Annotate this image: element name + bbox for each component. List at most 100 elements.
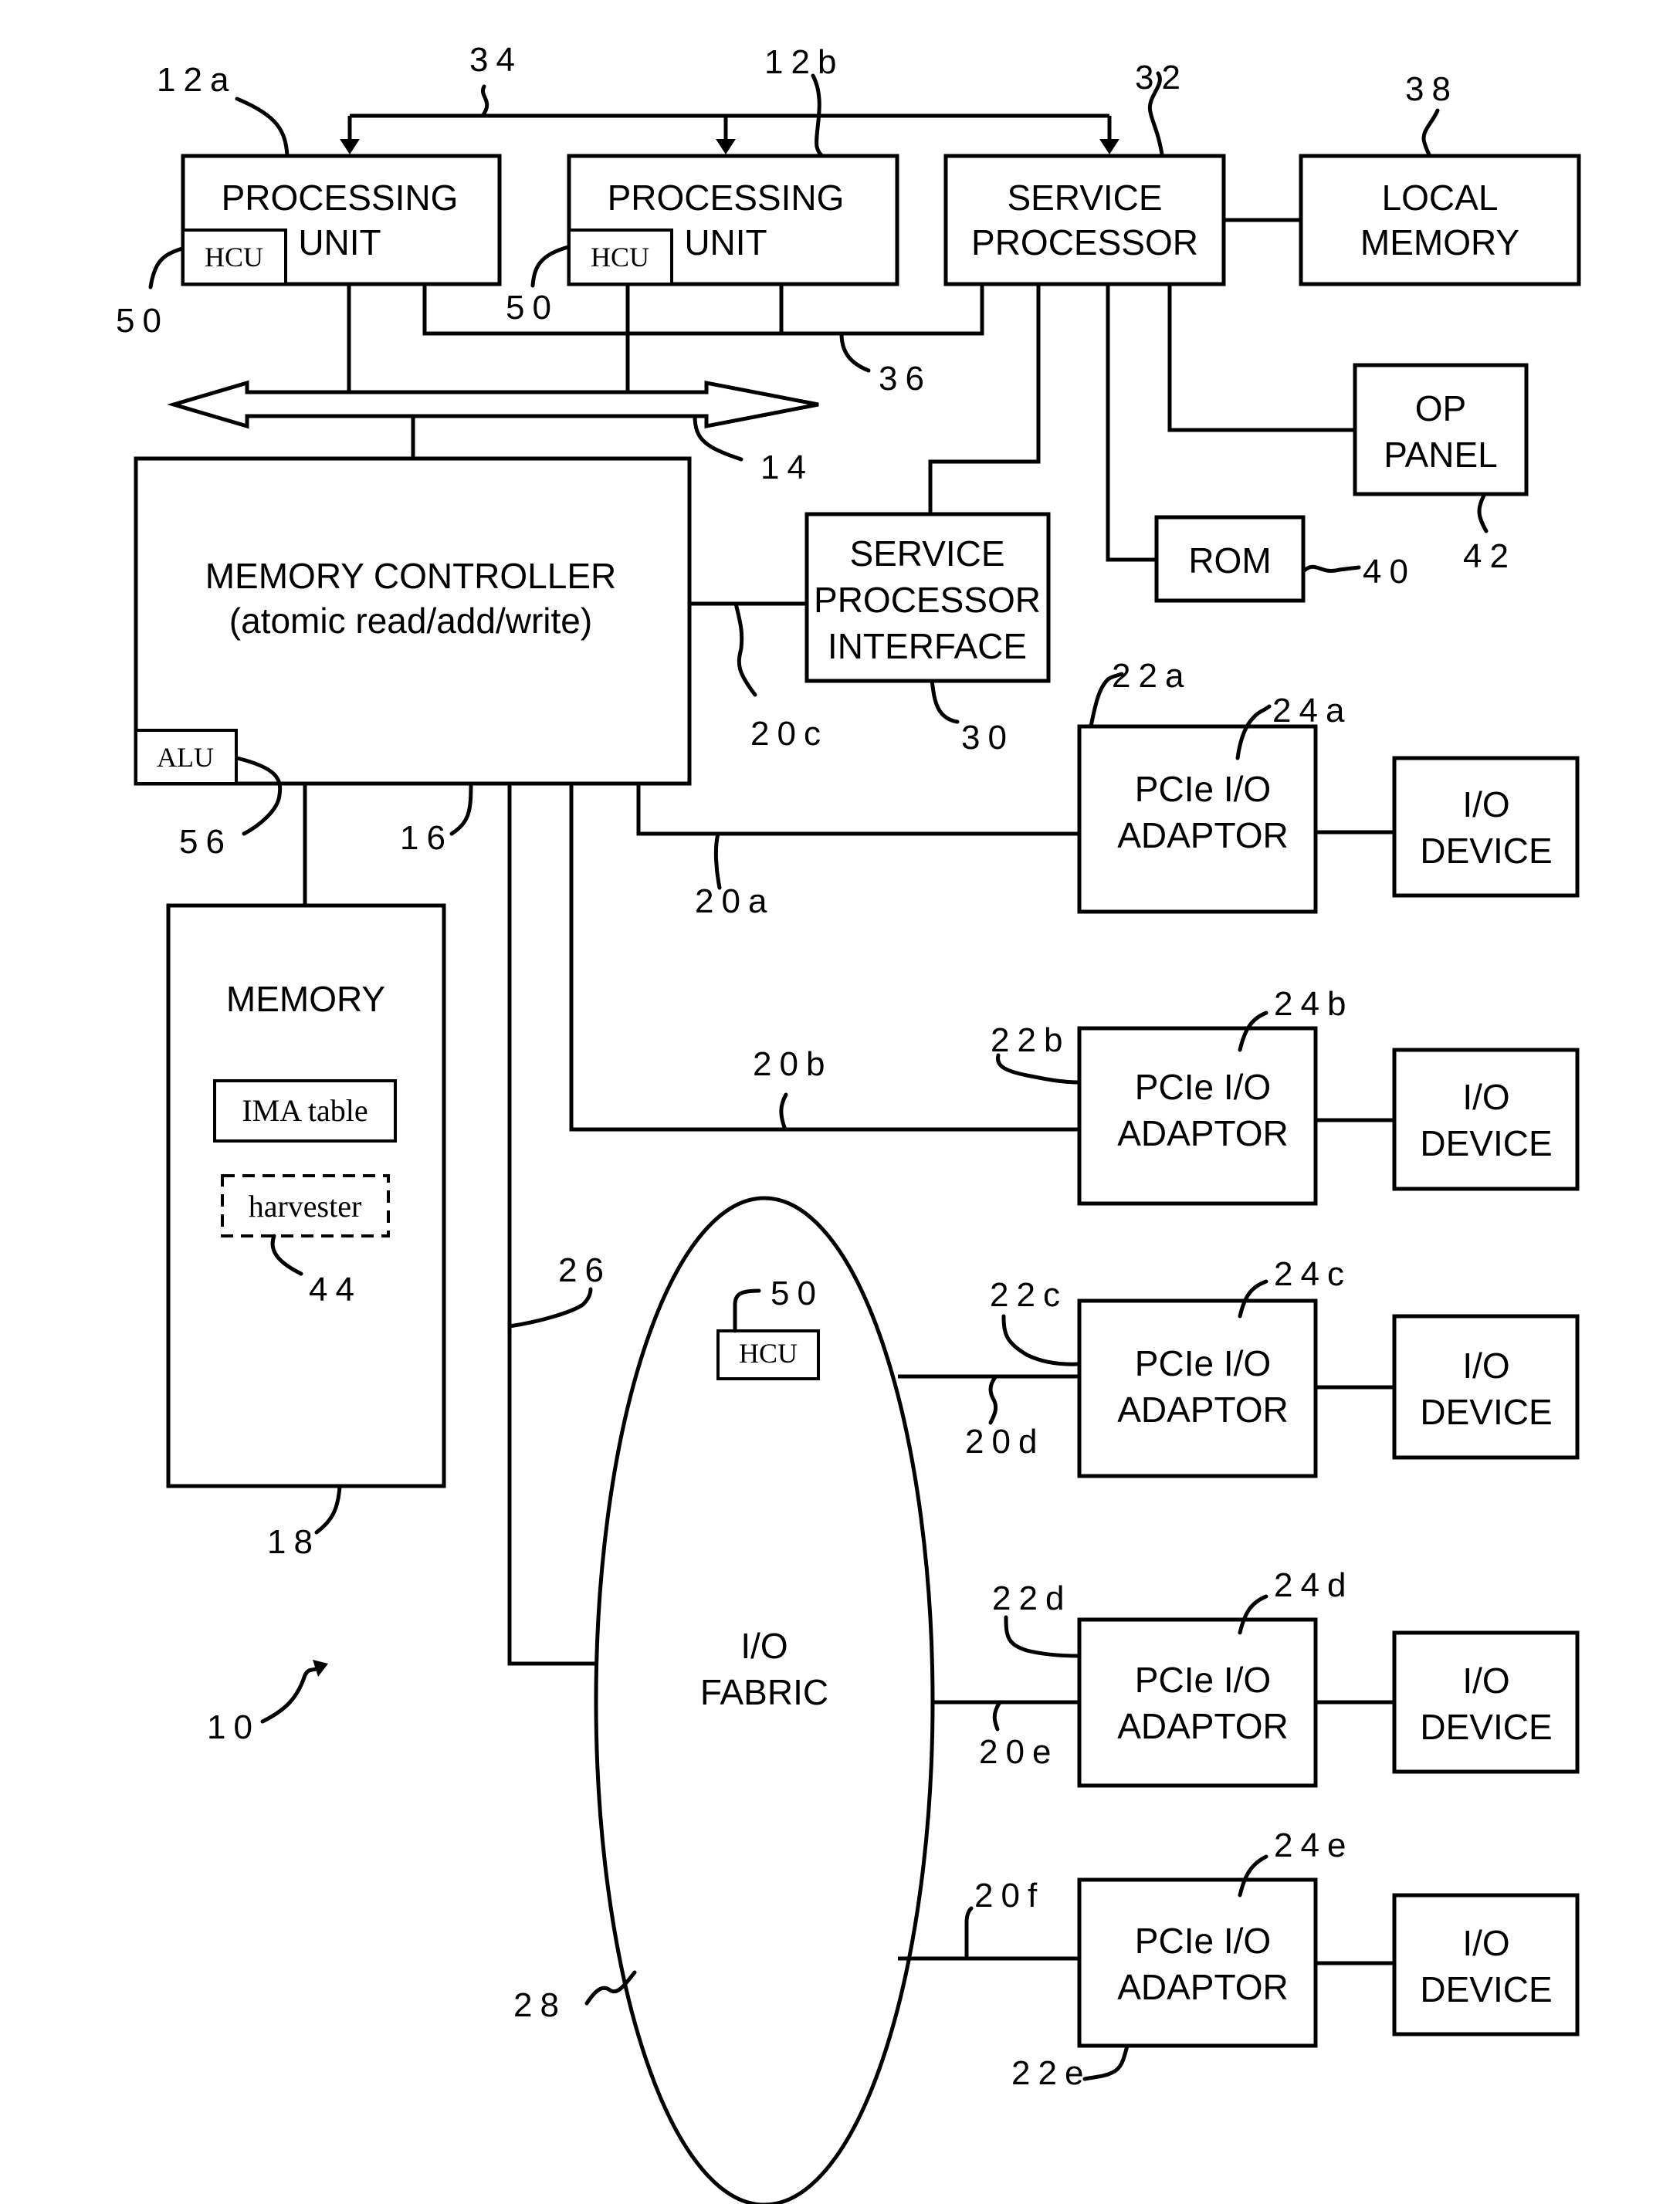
link-26	[507, 784, 597, 1666]
ref-50-b: 50	[506, 289, 559, 327]
leader-50-a	[148, 246, 185, 289]
io-device-24b: I/O DEVICE	[1392, 1048, 1580, 1191]
io-device-24a: I/O DEVICE	[1392, 756, 1580, 898]
ref-14: 14	[760, 449, 814, 486]
ref-20e: 20e	[979, 1733, 1058, 1771]
io-device-24e: I/O DEVICE	[1392, 1893, 1580, 2036]
sp-line2: PROCESSOR	[971, 222, 1198, 262]
device-24b-line2: DEVICE	[1420, 1123, 1552, 1163]
leader-16	[449, 781, 473, 836]
pcie-adaptor-22b: PCIe I/O ADAPTOR	[1077, 1026, 1318, 1206]
memory-controller-line2: (atomic read/add/write)	[229, 601, 592, 641]
leader-22d	[1004, 1615, 1082, 1658]
adaptor-22b-line2: ADAPTOR	[1117, 1113, 1289, 1153]
memory: MEMORY IMA table harvester	[166, 903, 446, 1488]
ref-24c: 24c	[1274, 1255, 1352, 1293]
device-24e-line2: DEVICE	[1420, 1969, 1552, 2009]
processing-unit-b: PROCESSING UNIT HCU	[567, 154, 899, 286]
adaptor-22a-line2: ADAPTOR	[1117, 815, 1289, 855]
local-memory-line1: LOCAL	[1382, 178, 1499, 218]
alu-label: ALU	[157, 742, 214, 773]
device-24e-line1: I/O	[1462, 1923, 1509, 1963]
ref-22a: 22a	[1112, 657, 1191, 695]
pu-a-line1: PROCESSING	[222, 178, 459, 218]
ref-40: 40	[1363, 553, 1416, 591]
ref-12a: 12a	[157, 61, 236, 99]
adaptor-22b-line1: PCIe I/O	[1135, 1067, 1271, 1107]
bus-34	[340, 113, 1119, 154]
leader-20e	[992, 1700, 1002, 1732]
ref-24b: 24b	[1274, 985, 1353, 1023]
ref-20a: 20a	[695, 882, 774, 920]
adaptor-22d-line1: PCIe I/O	[1135, 1660, 1271, 1700]
leader-12a	[235, 96, 290, 158]
pu-b-line1: PROCESSING	[608, 178, 845, 218]
adaptor-22a-line1: PCIe I/O	[1135, 769, 1271, 809]
system-block-diagram: 34 PROCESSING UNIT HCU 12a 50 PROCESSING…	[116, 41, 1581, 2204]
adaptor-22e-line2: ADAPTOR	[1117, 1967, 1289, 2007]
ref-26: 26	[558, 1251, 611, 1289]
leader-40	[1301, 564, 1361, 574]
leader-26	[507, 1287, 593, 1329]
arrow-10	[260, 1665, 323, 1724]
ref-22d: 22d	[992, 1579, 1072, 1617]
ref-20b: 20b	[753, 1045, 832, 1083]
ref-50-fabric: 50	[771, 1275, 824, 1312]
leader-20f	[964, 1906, 974, 1961]
leader-50-b	[530, 245, 571, 288]
adaptor-22c-line1: PCIe I/O	[1135, 1343, 1271, 1383]
local-memory: LOCAL MEMORY	[1299, 154, 1581, 286]
harvester-label: harvester	[249, 1189, 362, 1224]
ref-22c: 22c	[990, 1276, 1068, 1314]
adaptor-22c-line2: ADAPTOR	[1117, 1390, 1289, 1430]
leader-42	[1477, 492, 1489, 533]
ref-30: 30	[961, 719, 1014, 757]
fabric-hcu-label: HCU	[739, 1338, 798, 1369]
leader-34	[480, 84, 489, 118]
ref-24a: 24a	[1272, 692, 1352, 730]
rom-label: ROM	[1188, 540, 1271, 581]
processing-unit-a: PROCESSING UNIT HCU	[181, 154, 502, 286]
ref-24e: 24e	[1274, 1827, 1353, 1864]
sp-to-rom-link	[1106, 284, 1157, 562]
op-panel-line1: OP	[1415, 388, 1466, 428]
ref-38: 38	[1405, 70, 1458, 108]
device-24b-line1: I/O	[1462, 1077, 1509, 1117]
adaptor-22d-line2: ADAPTOR	[1117, 1706, 1289, 1746]
ref-56: 56	[179, 823, 232, 861]
service-processor: SERVICE PROCESSOR	[943, 154, 1226, 286]
memory-controller: MEMORY CONTROLLER (atomic read/add/write…	[134, 456, 692, 786]
leader-38	[1421, 108, 1440, 158]
ref-16: 16	[400, 819, 453, 857]
ref-36: 36	[879, 360, 932, 398]
io-fabric: I/O FABRIC HCU	[594, 1196, 935, 2204]
io-fabric-line1: I/O	[740, 1626, 788, 1666]
pu-a-hcu-label: HCU	[205, 242, 263, 273]
pcie-adaptor-22d: PCIe I/O ADAPTOR	[1077, 1617, 1318, 1788]
rom: ROM	[1154, 515, 1306, 603]
spi-line1: SERVICE	[849, 533, 1004, 574]
ref-20c: 20c	[750, 715, 828, 753]
leader-36	[839, 331, 871, 373]
ref-10: 10	[207, 1708, 260, 1746]
leader-20d	[988, 1374, 998, 1425]
ref-18: 18	[267, 1523, 320, 1561]
device-24d-line1: I/O	[1462, 1661, 1509, 1701]
pcie-adaptor-22c: PCIe I/O ADAPTOR	[1077, 1298, 1318, 1478]
ref-22b: 22b	[991, 1021, 1070, 1059]
io-fabric-line2: FABRIC	[700, 1672, 828, 1712]
device-24c-line2: DEVICE	[1420, 1392, 1552, 1432]
ref-20d: 20d	[965, 1423, 1045, 1461]
link-20a-wire	[636, 784, 1079, 836]
sp-to-op-panel-link	[1167, 284, 1355, 432]
leader-20b	[779, 1092, 788, 1132]
io-device-24c: I/O DEVICE	[1392, 1314, 1580, 1460]
device-24a-line2: DEVICE	[1420, 831, 1552, 871]
pu-b-line2: UNIT	[684, 222, 767, 262]
pu-a-line2: UNIT	[298, 222, 381, 262]
leader-22c	[1001, 1314, 1082, 1366]
spi-line3: INTERFACE	[828, 626, 1027, 666]
system-bus-14	[167, 284, 819, 459]
ref-32: 32	[1135, 59, 1188, 96]
local-memory-line2: MEMORY	[1360, 222, 1519, 262]
